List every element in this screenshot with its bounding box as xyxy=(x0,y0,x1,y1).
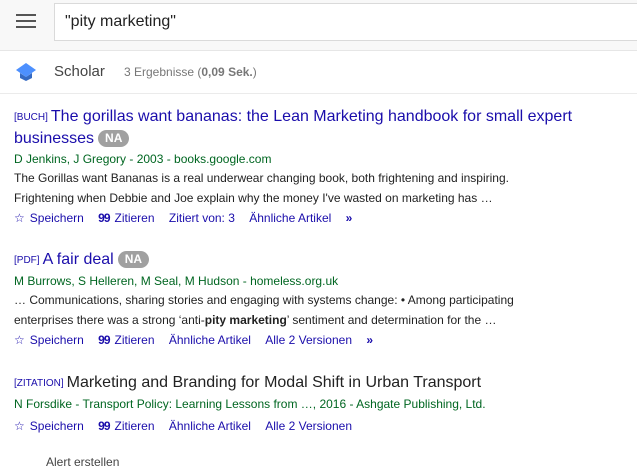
scholar-label[interactable]: Scholar xyxy=(54,63,105,80)
versions-link[interactable]: Alle 2 Versionen xyxy=(265,419,352,433)
result-actions: Speichern 99Zitieren Ähnliche Artikel Al… xyxy=(14,333,629,347)
result-authors: M Burrows, S Helleren, M Seal, M Hudson … xyxy=(14,274,339,288)
related-link[interactable]: Ähnliche Artikel xyxy=(169,333,251,347)
result-item: [ZITATION] Marketing and Branding for Mod… xyxy=(14,372,629,433)
result-authors: D Jenkins, J Gregory - 2003 - books.goog… xyxy=(14,152,272,166)
result-title: [ZITATION] Marketing and Branding for Mod… xyxy=(14,374,482,391)
star-icon xyxy=(14,333,25,347)
search-box[interactable] xyxy=(54,3,637,41)
result-snippet: The Gorillas want Bananas is a real unde… xyxy=(14,171,509,205)
save-link[interactable]: Speichern xyxy=(14,211,84,225)
quote-icon: 99 xyxy=(98,211,110,225)
scholar-header: Scholar 3 Ergebnisse (0,09 Sek.) xyxy=(0,51,637,94)
result-type-tag: [PDF] xyxy=(14,255,40,266)
result-item: [PDF] A fair deal NA M Burrows, S Helleren… xyxy=(14,249,629,347)
na-badge: NA xyxy=(117,251,150,268)
result-type-tag: [BUCH] xyxy=(14,112,48,123)
quote-icon: 99 xyxy=(98,333,110,347)
star-icon xyxy=(14,419,25,433)
result-title[interactable]: [PDF] A fair deal NA xyxy=(14,249,629,271)
cited-by-link[interactable]: Zitiert von: 3 xyxy=(169,211,235,225)
cite-link[interactable]: 99 Zitieren xyxy=(98,333,154,347)
result-count: 3 Ergebnisse (0,09 Sek.) xyxy=(124,65,257,79)
search-input[interactable] xyxy=(55,4,635,40)
more-icon[interactable]: » xyxy=(346,211,352,225)
result-snippet: … Communications, sharing stories and en… xyxy=(14,293,514,327)
star-icon xyxy=(14,211,25,225)
quote-icon: 99 xyxy=(98,419,110,433)
more-icon[interactable]: » xyxy=(366,333,372,347)
create-alert-link[interactable]: Alert erstellen xyxy=(46,455,119,469)
scholar-cap-icon[interactable] xyxy=(15,62,37,82)
result-title[interactable]: [BUCH] The gorillas want bananas: the Lea… xyxy=(14,106,629,149)
save-link[interactable]: Speichern xyxy=(14,419,84,433)
versions-link[interactable]: Alle 2 Versionen xyxy=(265,333,352,347)
result-type-tag: [ZITATION] xyxy=(14,378,64,389)
cite-link[interactable]: 99 Zitieren xyxy=(98,211,154,225)
na-badge: NA xyxy=(98,130,130,147)
top-bar xyxy=(0,0,637,51)
related-link[interactable]: Ähnliche Artikel xyxy=(249,211,331,225)
save-link[interactable]: Speichern xyxy=(14,333,84,347)
result-actions: Speichern 99Zitieren Zitiert von: 3 Ähnl… xyxy=(14,211,629,225)
result-item: [BUCH] The gorillas want bananas: the Lea… xyxy=(14,106,629,225)
cite-link[interactable]: 99 Zitieren xyxy=(98,419,154,433)
result-actions: Speichern 99Zitieren Ähnliche Artikel Al… xyxy=(14,419,629,433)
menu-icon[interactable] xyxy=(16,14,36,30)
related-link[interactable]: Ähnliche Artikel xyxy=(169,419,251,433)
result-authors: N Forsdike - Transport Policy: Learning … xyxy=(14,397,486,411)
